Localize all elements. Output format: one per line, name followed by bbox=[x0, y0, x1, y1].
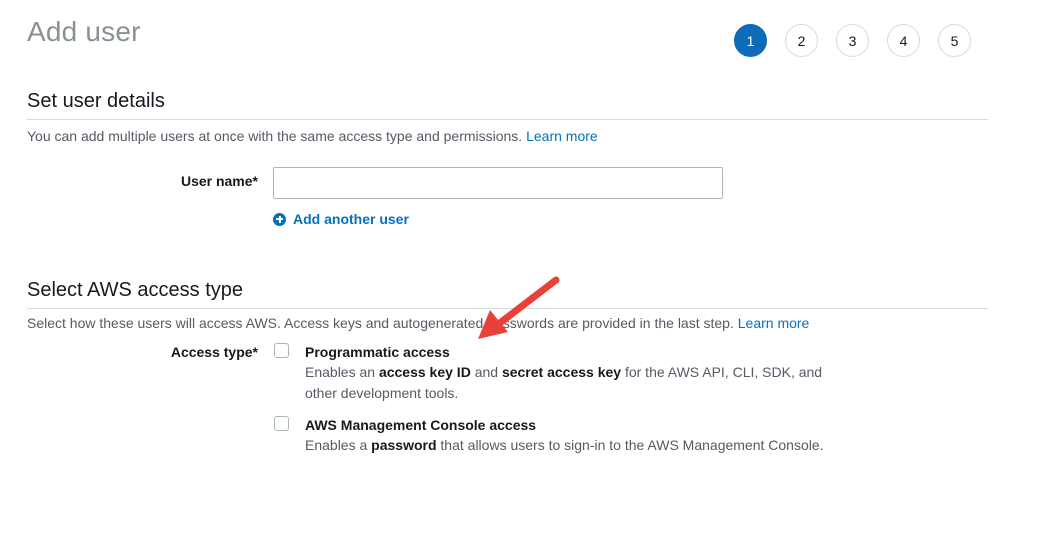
desc-emphasis: access key ID bbox=[378, 364, 471, 380]
page-title: Add user bbox=[27, 16, 141, 47]
console-access-title: AWS Management Console access bbox=[305, 417, 537, 433]
desc-text: Enables an bbox=[305, 364, 379, 380]
annotation-arrow-icon bbox=[478, 276, 560, 339]
wizard-steps: 1 2 3 4 5 bbox=[734, 24, 971, 57]
console-access-checkbox[interactable] bbox=[274, 416, 289, 431]
programmatic-access-title: Programmatic access bbox=[305, 344, 450, 360]
programmatic-access-checkbox[interactable] bbox=[274, 343, 289, 358]
console-access-description: Enables a password that allows users to … bbox=[305, 435, 905, 456]
set-user-details-heading: Set user details bbox=[27, 90, 988, 120]
plus-circle-icon bbox=[273, 212, 286, 226]
desc-emphasis: secret access key bbox=[501, 364, 622, 380]
wizard-step-3[interactable]: 3 bbox=[836, 24, 869, 57]
access-type-description: Select how these users will access AWS. … bbox=[27, 315, 809, 331]
access-type-label: Access type* bbox=[170, 344, 258, 360]
wizard-step-1[interactable]: 1 bbox=[734, 24, 767, 57]
wizard-step-2[interactable]: 2 bbox=[785, 24, 818, 57]
programmatic-access-description: Enables an access key ID and secret acce… bbox=[305, 362, 845, 404]
desc-emphasis: password bbox=[371, 437, 437, 453]
add-another-user-button[interactable]: Add another user bbox=[273, 211, 409, 227]
learn-more-link-user-details[interactable]: Learn more bbox=[526, 128, 598, 144]
user-details-description: You can add multiple users at once with … bbox=[27, 128, 598, 144]
desc-text: Enables a bbox=[305, 437, 372, 453]
access-type-description-text: Select how these users will access AWS. … bbox=[27, 315, 734, 331]
username-label: User name* bbox=[180, 173, 258, 189]
add-another-user-label: Add another user bbox=[293, 211, 409, 227]
user-details-description-text: You can add multiple users at once with … bbox=[27, 128, 523, 144]
desc-text: and bbox=[470, 364, 502, 380]
wizard-step-5[interactable]: 5 bbox=[938, 24, 971, 57]
learn-more-link-access-type[interactable]: Learn more bbox=[738, 315, 810, 331]
username-input[interactable] bbox=[273, 167, 723, 199]
desc-text: that allows users to sign-in to the AWS … bbox=[436, 437, 824, 453]
wizard-step-4[interactable]: 4 bbox=[887, 24, 920, 57]
